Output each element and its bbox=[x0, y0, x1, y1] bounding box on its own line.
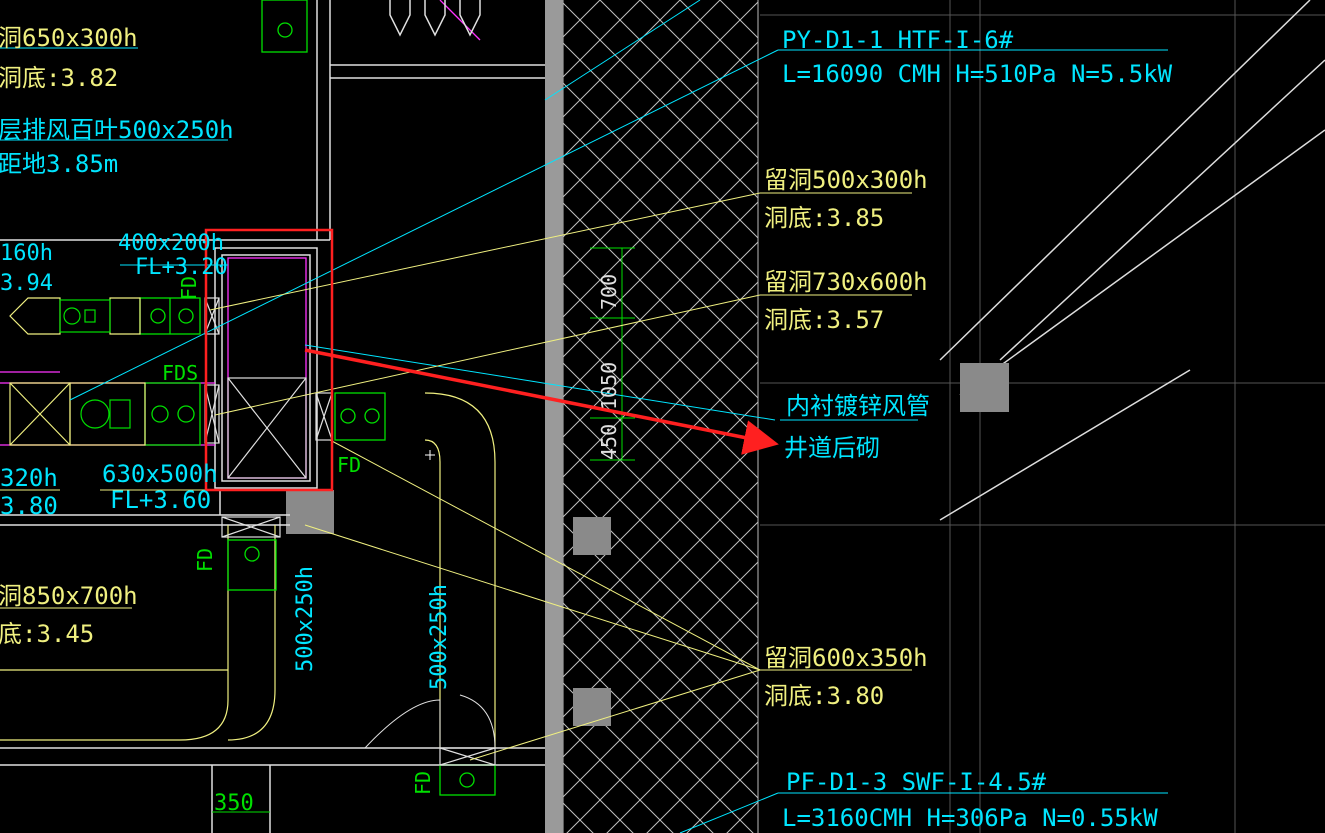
duct-500x250-a-label: 500x250h bbox=[293, 566, 318, 672]
door-arcs bbox=[364, 694, 496, 749]
py-tag-label: PY-D1-1 HTF-I-6# bbox=[782, 26, 1014, 54]
duct-size-top-label: 400x200h bbox=[118, 231, 224, 256]
left-top-size-label: 洞650x300h bbox=[0, 24, 138, 52]
left-height-label: 距地3.85m bbox=[0, 150, 118, 178]
fd-right-label: FD bbox=[337, 453, 361, 477]
dim-700-label: 700 bbox=[597, 274, 621, 310]
py-spec-label: L=16090 CMH H=510Pa N=5.5kW bbox=[782, 60, 1173, 88]
shaft-wall-label: 井道后砌 bbox=[784, 434, 880, 462]
column-icon bbox=[960, 363, 1009, 412]
left-top-bottom-label: 洞底:3.82 bbox=[0, 64, 118, 92]
wall-line bbox=[545, 0, 563, 833]
hole3-size-label: 留洞600x350h bbox=[764, 644, 928, 672]
fd-bottom-label: FD bbox=[411, 771, 435, 795]
fd-lower-left-label: FD bbox=[193, 548, 217, 572]
left-345-label: 底:3.45 bbox=[0, 620, 94, 648]
duct-630-label: 630x500h bbox=[102, 460, 218, 488]
hole3-bottom-label: 洞底:3.80 bbox=[764, 682, 884, 710]
hole1-bottom-label: 洞底:3.85 bbox=[764, 204, 884, 232]
fd-vertical-top-label: FD bbox=[177, 276, 201, 300]
pf-tag-label: PF-D1-3 SWF-I-4.5# bbox=[786, 768, 1047, 796]
duct-500x250-b-label: 500x250h bbox=[427, 584, 452, 690]
arrow-down-icon bbox=[389, 0, 481, 37]
hole1-size-label: 留洞500x300h bbox=[764, 166, 928, 194]
column-icon bbox=[573, 517, 611, 555]
cursor-crosshair bbox=[425, 450, 435, 460]
pf-spec-label: L=3160CMH H=306Pa N=0.55kW bbox=[782, 804, 1158, 832]
cad-drawing-canvas[interactable]: 洞650x300h 洞底:3.82 层排风百叶500x250h 距地3.85m … bbox=[0, 0, 1325, 833]
left-exhaust-label: 层排风百叶500x250h bbox=[0, 116, 234, 144]
hole2-bottom-label: 洞底:3.57 bbox=[764, 306, 884, 334]
left-partial-size-label: 160h bbox=[0, 241, 53, 266]
fds-label: FDS bbox=[162, 361, 198, 385]
column-icon bbox=[286, 490, 334, 534]
yellow-ducts bbox=[0, 392, 496, 748]
lined-duct-label: 内衬镀锌风管 bbox=[786, 392, 930, 420]
left-320-label: 320h bbox=[0, 464, 58, 492]
dim-350-label: 350 bbox=[214, 791, 254, 816]
fl-360-label: FL+3.60 bbox=[110, 486, 211, 514]
left-850-label: 洞850x700h bbox=[0, 582, 138, 610]
dim-1050-label: 1050 bbox=[597, 362, 621, 410]
dim-450-label: 450 bbox=[597, 424, 621, 460]
left-partial-bottom-label: 3.94 bbox=[0, 271, 53, 296]
hole2-size-label: 留洞730x600h bbox=[764, 268, 928, 296]
left-380-label: 3.80 bbox=[0, 492, 58, 520]
shaft-outline bbox=[214, 247, 318, 489]
column-icon bbox=[573, 688, 611, 726]
cad-drawing: 洞650x300h 洞底:3.82 层排风百叶500x250h 距地3.85m … bbox=[0, 0, 1325, 833]
